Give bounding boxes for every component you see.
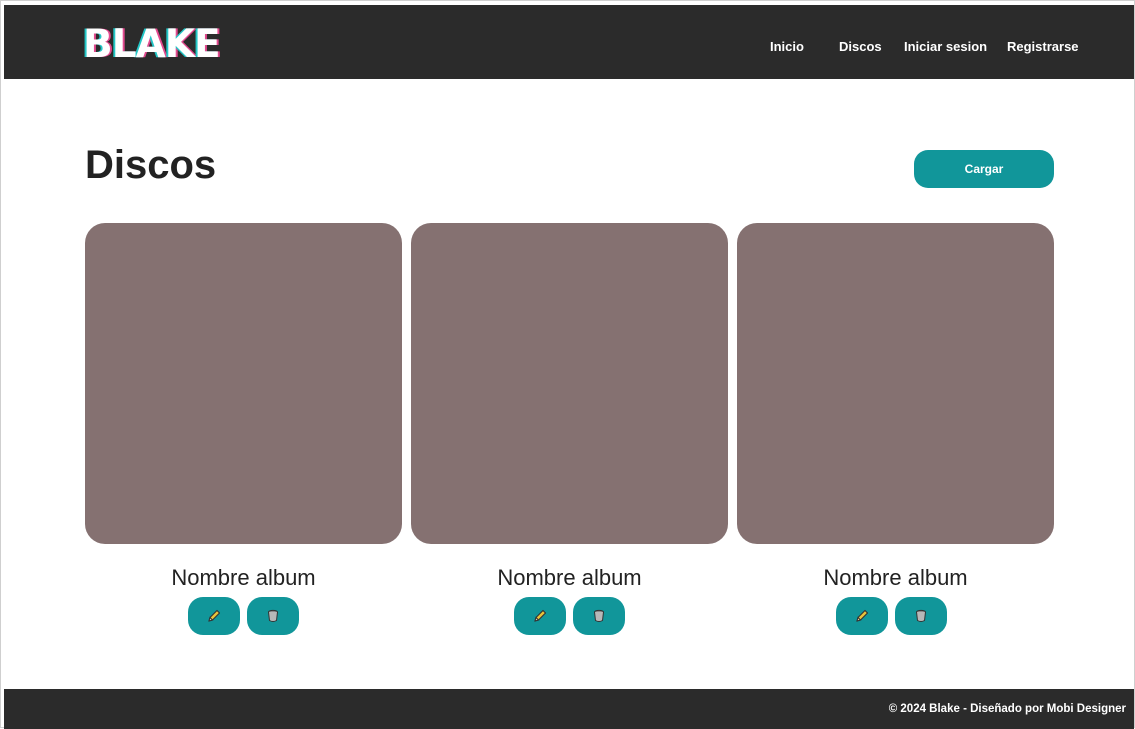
album-name: Nombre album (823, 565, 968, 590)
album-actions (411, 597, 728, 635)
album-actions (737, 597, 1054, 635)
page-title: Discos (85, 143, 217, 187)
album-cover[interactable] (85, 223, 402, 544)
edit-album-button[interactable] (514, 597, 566, 635)
pencil-icon (208, 609, 221, 622)
album-cover[interactable] (737, 223, 1054, 544)
brand-logo[interactable]: BLAKE (83, 25, 221, 65)
pencil-icon (534, 609, 547, 622)
album-card: Nombre album (85, 223, 402, 643)
nav-link-discos[interactable]: Discos (839, 39, 882, 54)
trash-icon (594, 609, 604, 622)
nav-link-iniciar-sesion[interactable]: Iniciar sesion (904, 39, 987, 54)
site-footer: © 2024 Blake - Diseñado por Mobi Designe… (4, 689, 1134, 729)
trash-icon (268, 609, 278, 622)
nav-link-registrarse[interactable]: Registrarse (1007, 39, 1079, 54)
album-name: Nombre album (497, 565, 642, 590)
delete-album-button[interactable] (573, 597, 625, 635)
footer-copyright: © 2024 Blake - Diseñado por Mobi Designe… (888, 703, 1126, 715)
album-card: Nombre album (411, 223, 728, 643)
album-actions (85, 597, 402, 635)
delete-album-button[interactable] (247, 597, 299, 635)
page-frame: BLAKE Inicio Discos Iniciar sesion Regis… (0, 0, 1135, 729)
album-card: Nombre album (737, 223, 1054, 643)
album-cover[interactable] (411, 223, 728, 544)
nav-link-inicio[interactable]: Inicio (770, 39, 804, 54)
edit-album-button[interactable] (188, 597, 240, 635)
pencil-icon (856, 609, 869, 622)
trash-icon (916, 609, 926, 622)
edit-album-button[interactable] (836, 597, 888, 635)
album-name: Nombre album (171, 565, 316, 590)
upload-button[interactable]: Cargar (914, 150, 1054, 188)
top-navbar: BLAKE Inicio Discos Iniciar sesion Regis… (4, 5, 1134, 79)
delete-album-button[interactable] (895, 597, 947, 635)
